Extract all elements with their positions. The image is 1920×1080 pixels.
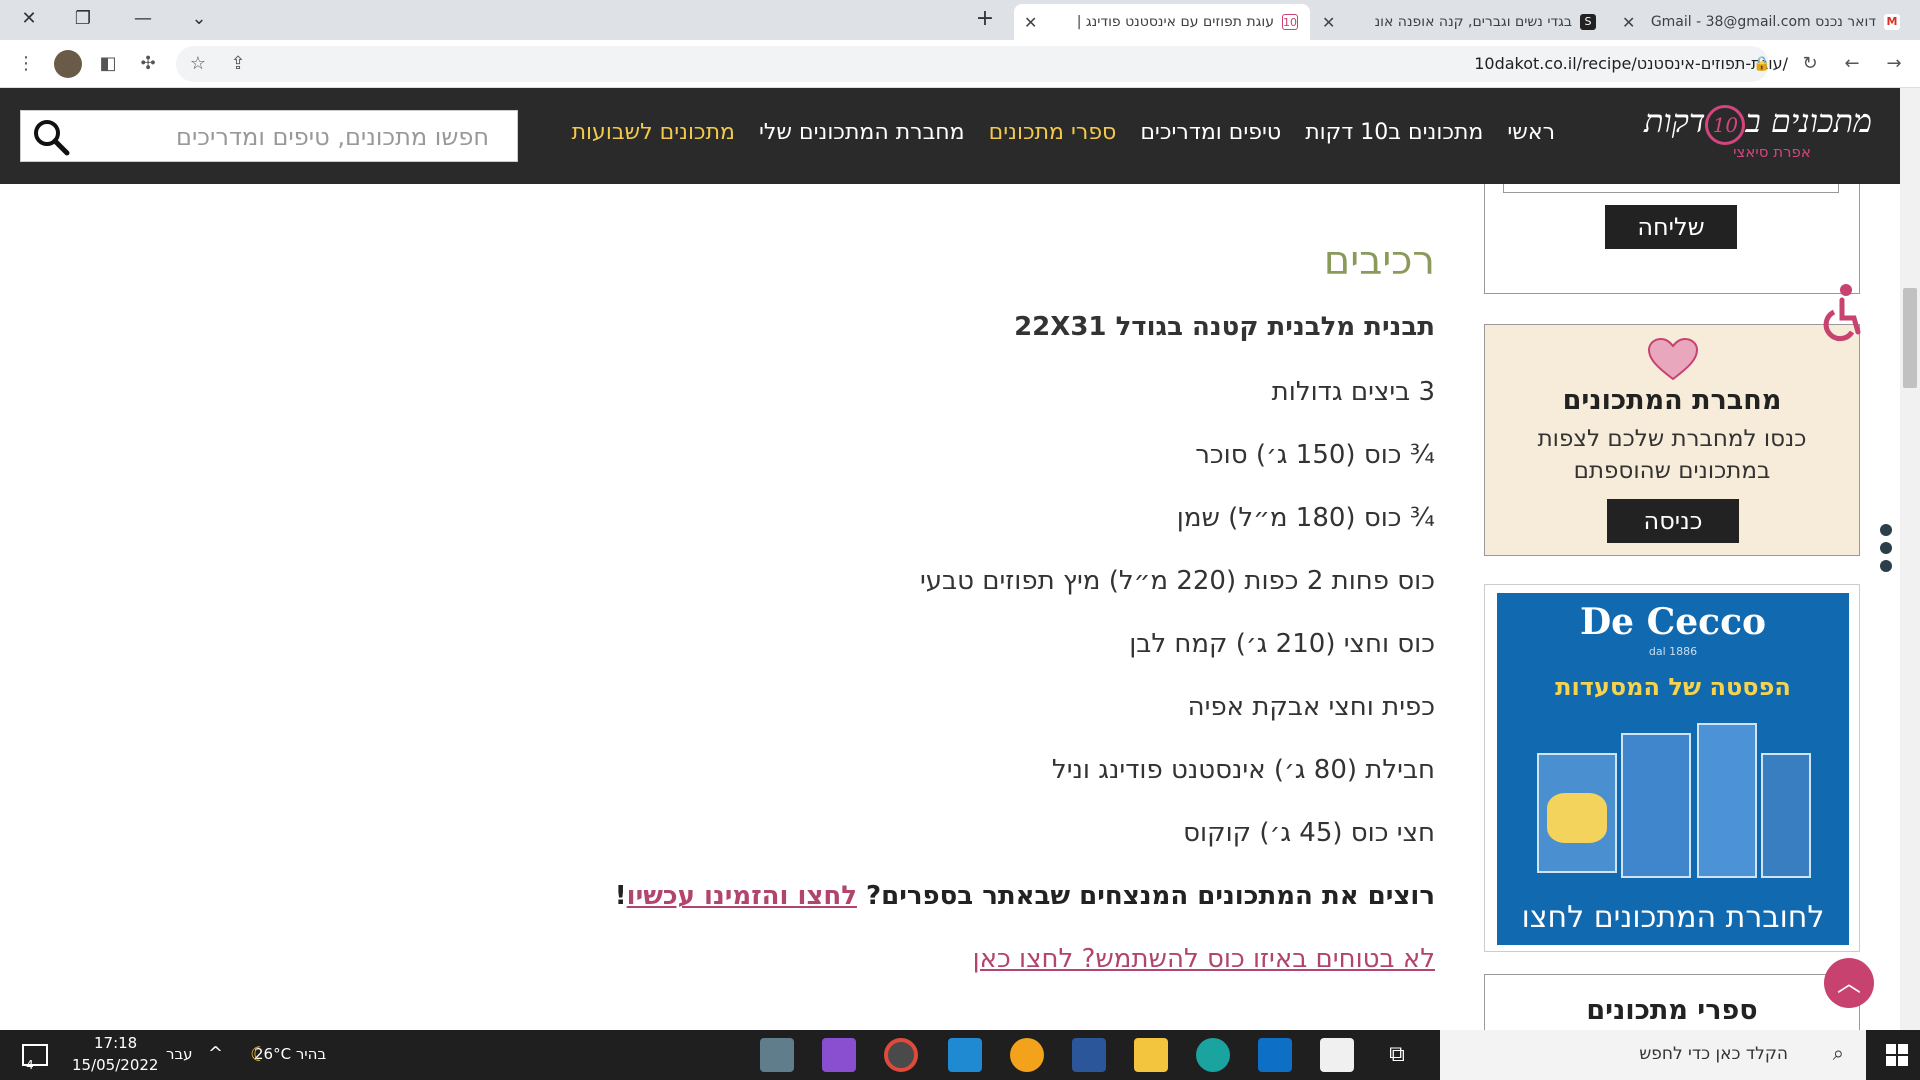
browser-toolbar: ⋮ ◧ ✣ ☆ ⇪ 10dakot.co.il/recipe/עוגת-תפוז… <box>0 40 1920 88</box>
ingredient-item: חצי כוס (45 ג׳) קוקוס <box>1183 818 1435 848</box>
tab-title: דואר נכנס Gmail - 38@gmail.com <box>1650 14 1876 30</box>
recipe-notebook-widget: מחברת המתכונים כנסו למחברת שלכם לצפות במ… <box>1484 324 1860 556</box>
microsoft-store-icon[interactable] <box>1320 1038 1354 1072</box>
dececco-ad[interactable]: De Cecco dal 1886 הפסטה של המסעדות לחובר… <box>1484 584 1860 952</box>
taskbar-search-box[interactable]: הקלד כאן כדי לחפש ⌕ <box>1440 1030 1866 1080</box>
nav-shavuot[interactable]: מתכונים לשבועות <box>572 120 735 145</box>
weather-app-icon[interactable] <box>1010 1038 1044 1072</box>
share-icon[interactable]: ⇪ <box>224 50 252 78</box>
send-button[interactable]: שליחה <box>1605 205 1737 249</box>
language-indicator[interactable]: עבר <box>166 1045 193 1063</box>
order-books-link[interactable]: לחצו והזמינו עכשיו <box>627 881 857 911</box>
mail-icon[interactable] <box>1258 1038 1292 1072</box>
windows-start-icon[interactable] <box>1886 1044 1908 1066</box>
search-icon: ⌕ <box>1832 1041 1844 1065</box>
vscode-icon[interactable] <box>948 1038 982 1072</box>
close-tab-icon[interactable]: ✕ <box>1322 13 1335 32</box>
site-header: מתכונים ב10דקות אפרת סיאצי ראשי מתכונים … <box>0 88 1900 184</box>
side-panel-icon[interactable]: ◧ <box>94 50 122 78</box>
visual-studio-icon[interactable] <box>822 1038 856 1072</box>
tab-shein[interactable]: S בגדי נשים וגברים, קנה אופנה אונ ✕ <box>1312 4 1608 40</box>
notebook-title: מחברת המתכונים <box>1562 385 1782 416</box>
gmail-favicon-icon: M <box>1884 14 1900 30</box>
accessibility-icon[interactable] <box>1812 282 1864 346</box>
minimize-window-button[interactable]: — <box>128 6 158 32</box>
ad-cta-text: לחוברת המתכונים לחצו <box>1521 900 1825 935</box>
recipe-books-widget: ספרי מתכונים <box>1484 974 1860 1030</box>
site-favicon-icon: 10 <box>1282 14 1298 30</box>
word-icon[interactable] <box>1072 1038 1106 1072</box>
lock-icon[interactable]: 🔒 <box>1748 50 1776 78</box>
site-search-input[interactable]: חפשו מתכונים, טיפים ומדריכים <box>20 110 518 162</box>
close-window-button[interactable]: ✕ <box>14 6 44 32</box>
tab-recipe[interactable]: 10 עוגת תפוזים עם אינסטנט פודינג | ✕ <box>1014 4 1310 40</box>
close-tab-icon[interactable]: ✕ <box>1622 13 1635 32</box>
notification-count: 4 <box>26 1058 34 1072</box>
books-promo: רוצים את המתכונים המנצחים שבאתר בספרים? … <box>614 881 1435 911</box>
ingredients-heading: רכיבים <box>1323 238 1435 284</box>
bookmark-star-icon[interactable]: ☆ <box>184 50 212 78</box>
page-content: רכיבים תבנית מלבנית קטנה בגודל 22X31 3 ב… <box>0 184 1900 1030</box>
main-nav: ראשי מתכונים ב10 דקות טיפים ומדריכים ספר… <box>548 120 1555 145</box>
file-explorer-icon[interactable] <box>1134 1038 1168 1072</box>
heart-icon <box>1647 337 1699 381</box>
shein-favicon-icon: S <box>1580 14 1596 30</box>
page-scrollbar[interactable] <box>1900 88 1920 1030</box>
back-arrow-icon[interactable]: ← <box>1838 50 1866 78</box>
newsletter-email-field[interactable] <box>1503 184 1839 193</box>
browser-tab-strip: ✕ ❐ — ⌄ + 10 עוגת תפוזים עם אינסטנט פודי… <box>0 0 1920 40</box>
close-tab-icon[interactable]: ✕ <box>1024 13 1037 32</box>
menu-kebab-icon[interactable]: ⋮ <box>12 50 40 78</box>
profile-avatar[interactable] <box>54 50 82 78</box>
pasta-boxes-image <box>1537 723 1811 883</box>
search-icon[interactable] <box>31 117 71 157</box>
chrome-icon[interactable] <box>884 1038 918 1072</box>
clock-time[interactable]: 17:18 <box>94 1034 137 1052</box>
ingredient-item: ¾ כוס (180 מ״ל) שמן <box>1176 503 1435 533</box>
ingredient-item: כוס פחות 2 כפות (220 מ״ל) מיץ תפוזים טבע… <box>919 566 1435 596</box>
recipe-books-title: ספרי מתכונים <box>1586 995 1758 1026</box>
cup-guide-link[interactable]: לא בטוחים באיזו כוס להשתמש? לחצו כאן <box>973 944 1435 974</box>
newsletter-widget: שליחה <box>1484 184 1860 294</box>
url-text[interactable]: 10dakot.co.il/recipe/עוגת-תפוזים-אינסטנט… <box>1474 54 1788 73</box>
notebook-desc: כנסו למחברת שלכם לצפות במתכונים שהוספתם <box>1537 426 1807 484</box>
nav-my-notebook[interactable]: מחברת המתכונים שלי <box>759 120 965 145</box>
tab-title: בגדי נשים וגברים, קנה אופנה אונ <box>1374 14 1572 30</box>
nav-10-min-recipes[interactable]: מתכונים ב10 דקות <box>1305 120 1483 145</box>
calculator-icon[interactable] <box>760 1038 794 1072</box>
pan-size: תבנית מלבנית קטנה בגודל 22X31 <box>1014 312 1435 342</box>
logo-author: אפרת סיאצי <box>1733 143 1811 161</box>
nav-tips[interactable]: טיפים ומדריכים <box>1140 120 1281 145</box>
scrollbar-thumb[interactable] <box>1903 288 1917 388</box>
tab-title: עוגת תפוזים עם אינסטנט פודינג | <box>1076 14 1274 30</box>
ad-brand-logo: De Cecco <box>1579 601 1767 643</box>
new-tab-button[interactable]: + <box>970 6 1000 32</box>
ingredient-item: כפית וחצי אבקת אפיה <box>1187 692 1435 722</box>
forward-arrow-icon[interactable]: → <box>1880 50 1908 78</box>
ingredient-item: ¾ כוס (150 ג׳) סוכר <box>1195 440 1435 470</box>
task-view-icon[interactable]: ⧉ <box>1380 1038 1414 1072</box>
tab-search-button[interactable]: ⌄ <box>184 6 214 32</box>
restore-window-button[interactable]: ❐ <box>68 6 98 32</box>
ad-tagline: הפסטה של המסעדות <box>1555 673 1791 701</box>
edge-icon[interactable] <box>1196 1038 1230 1072</box>
ingredient-item: כוס וחצי (210 ג׳) קמח לבן <box>1129 629 1435 659</box>
reload-icon[interactable]: ↻ <box>1796 50 1824 78</box>
ingredient-item: 3 ביצים גדולות <box>1271 377 1435 407</box>
tab-gmail[interactable]: M דואר נכנס Gmail - 38@gmail.com ✕ <box>1612 4 1912 40</box>
clock-date[interactable]: 15/05/2022 <box>72 1056 158 1074</box>
notebook-login-button[interactable]: כניסה <box>1607 499 1739 543</box>
windows-taskbar: הקלד כאן כדי לחפש ⌕ ⧉ בהיר 26°C ☾ ^ עבר … <box>0 1030 1920 1080</box>
tray-chevron-icon[interactable]: ^ <box>208 1043 223 1064</box>
site-logo[interactable]: מתכונים ב10דקות אפרת סיאצי <box>1644 102 1872 170</box>
moon-icon: ☾ <box>250 1042 268 1066</box>
extensions-icon[interactable]: ✣ <box>134 50 162 78</box>
nav-books[interactable]: ספרי מתכונים <box>989 120 1117 145</box>
floating-dots-menu[interactable] <box>1880 524 1892 578</box>
scroll-to-top-button[interactable]: ︿ <box>1824 958 1874 1008</box>
nav-home[interactable]: ראשי <box>1507 120 1555 145</box>
ad-banner[interactable]: De Cecco dal 1886 הפסטה של המסעדות לחובר… <box>1497 593 1849 945</box>
ingredient-item: חבילת (80 ג׳) אינסטנט פודינג וניל <box>1051 755 1435 785</box>
